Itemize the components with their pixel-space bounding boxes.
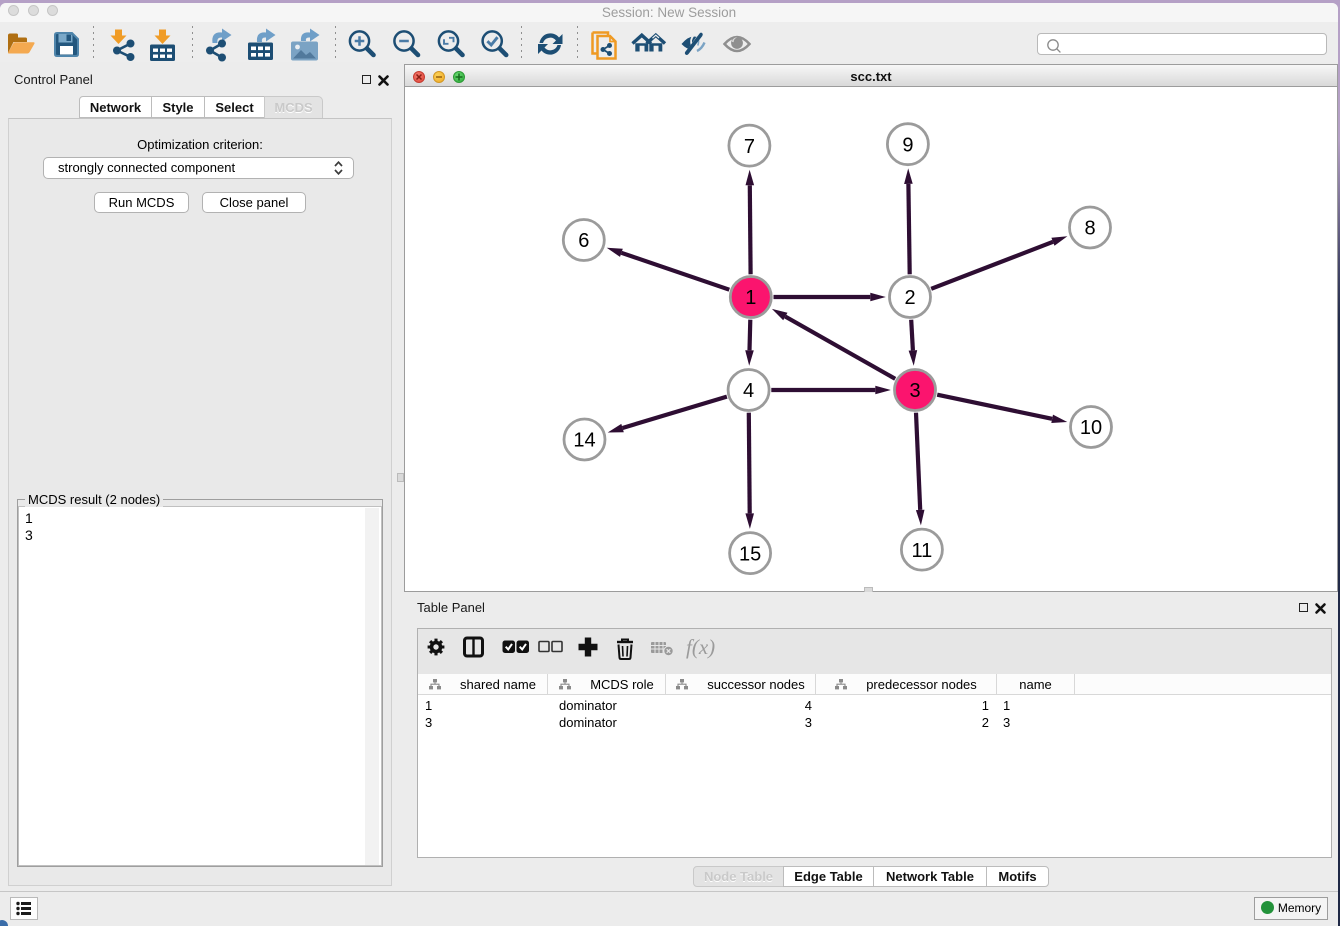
svg-text:8: 8 [1084, 218, 1095, 240]
svg-text:15: 15 [739, 543, 761, 565]
svg-text:2: 2 [904, 287, 915, 309]
svg-text:14: 14 [573, 430, 595, 452]
svg-text:10: 10 [1080, 417, 1102, 439]
svg-text:11: 11 [912, 540, 933, 562]
svg-text:7: 7 [744, 136, 755, 158]
svg-text:6: 6 [578, 230, 589, 252]
svg-text:4: 4 [743, 380, 754, 402]
svg-text:1: 1 [745, 287, 756, 309]
svg-text:9: 9 [902, 134, 913, 156]
svg-text:3: 3 [909, 380, 920, 402]
svg-text:f(x): f(x) [686, 635, 715, 659]
